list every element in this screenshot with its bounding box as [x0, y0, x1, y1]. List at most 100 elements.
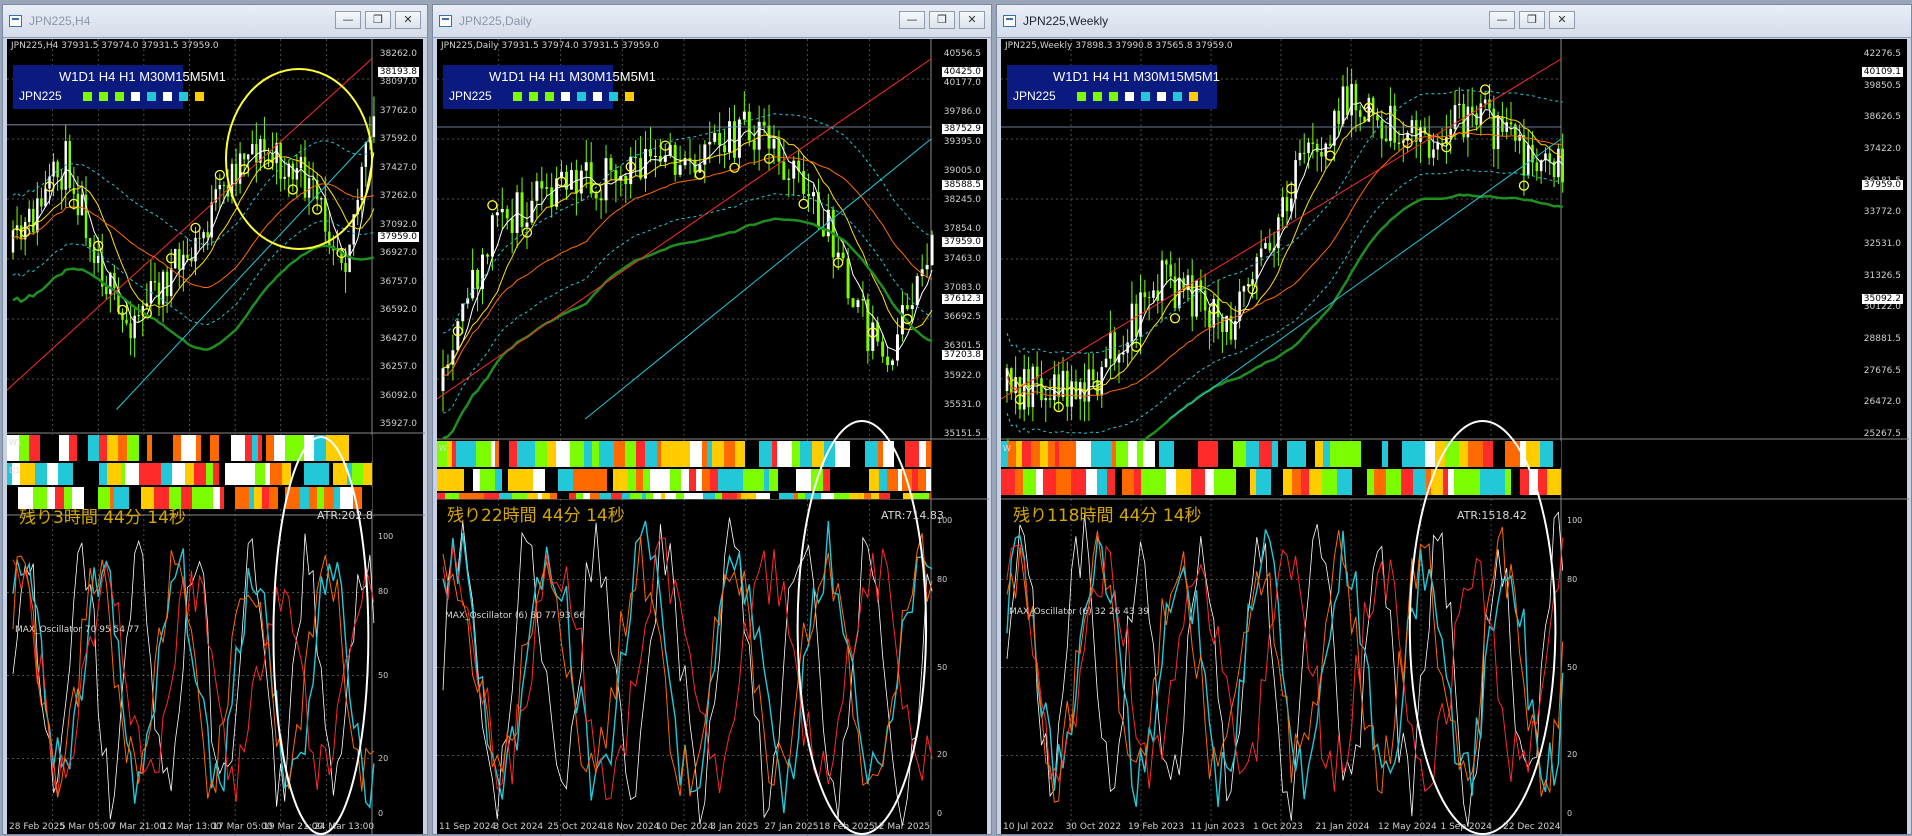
strip-segment	[645, 441, 657, 467]
swing-marker	[1169, 313, 1181, 324]
price-chart-canvas[interactable]: W	[1001, 39, 1909, 836]
swing-marker	[798, 198, 809, 210]
chart-area[interactable]: W JPN225,Weekly 37898.3 37990.8 37565.8 …	[1001, 39, 1909, 836]
band-lower-line	[1006, 169, 1563, 435]
close-button[interactable]: ✕	[395, 11, 421, 29]
minimize-button[interactable]: —	[899, 11, 925, 29]
remaining-time: 残り3時間 44分 14秒	[19, 508, 186, 528]
strip-segment	[914, 493, 929, 499]
maximize-button[interactable]: ❐	[365, 11, 391, 29]
strip-segment	[1097, 469, 1107, 495]
timeframe-labels: W1D1 H4 H1 M30M15M5M1	[1053, 69, 1220, 84]
strip-segment	[491, 441, 495, 467]
strip-segment	[879, 469, 887, 491]
strip-segment	[469, 493, 484, 499]
strip-segment	[1100, 441, 1112, 467]
strip-segment	[630, 493, 642, 499]
strip-segment	[1382, 441, 1388, 467]
candle-body	[1048, 398, 1052, 401]
candle-body	[1341, 86, 1345, 125]
osc-red-line	[442, 537, 933, 801]
timeframe-labels: W1D1 H4 H1 M30M15M5M1	[489, 69, 656, 84]
strip-segment	[213, 463, 219, 485]
close-button[interactable]: ✕	[959, 11, 985, 29]
osc-white-line	[1006, 511, 1564, 827]
strip-segment	[107, 463, 121, 485]
window-titlebar[interactable]: JPN225,H4 — ❐ ✕	[3, 5, 427, 38]
date-axis-label: 11 Jun 2023	[1190, 822, 1245, 832]
timeframe-status-square	[131, 92, 140, 101]
signal-strip	[437, 493, 931, 499]
price-axis-label: 39005.0	[943, 165, 981, 176]
strip-segment	[531, 493, 538, 499]
price-tag: 38193.8	[377, 67, 419, 77]
candle-body	[1496, 117, 1500, 150]
strip-segment	[849, 493, 864, 499]
chart-window-daily[interactable]: JPN225,Daily — ❐ ✕ W JPN225,Daily 37931.…	[432, 4, 992, 836]
strip-segment	[7, 487, 18, 509]
strip-segment	[1468, 469, 1480, 495]
strip-segment	[542, 493, 550, 499]
window-titlebar[interactable]: JPN225,Weekly — ❐ ✕	[997, 5, 1911, 38]
chart-window-h4[interactable]: JPN225,H4 — ❐ ✕ W1 D1 JPN225,H4 37931.5 3…	[2, 4, 428, 836]
strip-segment	[363, 463, 372, 485]
ma-mid-line	[442, 134, 933, 369]
strip-segment	[872, 441, 878, 467]
strip-segment	[777, 441, 792, 467]
chart-area[interactable]: W JPN225,Daily 37931.5 37974.0 37931.5 3…	[437, 39, 989, 836]
strip-segment	[835, 441, 850, 467]
chart-window-weekly[interactable]: JPN225,Weekly — ❐ ✕ W JPN225,Weekly 3789…	[996, 4, 1912, 836]
strip-segment	[1176, 469, 1191, 495]
strip-segment	[601, 469, 607, 491]
strip-segment	[181, 435, 196, 461]
candle-body	[1535, 162, 1539, 172]
strip-segment	[1480, 469, 1491, 495]
strip-segment	[1056, 469, 1071, 495]
candle-body	[202, 232, 205, 239]
osc-scale-label: 80	[378, 587, 389, 597]
price-axis-label: 37092.0	[379, 219, 417, 230]
candle-body	[68, 141, 71, 189]
signal-strip	[1001, 469, 1561, 495]
candle-body	[925, 264, 929, 270]
strip-segment	[206, 463, 213, 485]
price-axis-label: 37262.0	[379, 191, 417, 202]
price-axis-label: 39850.5	[1863, 80, 1901, 91]
strip-segment	[869, 469, 879, 491]
window-titlebar[interactable]: JPN225,Daily — ❐ ✕	[433, 5, 991, 38]
candle-body	[1285, 197, 1289, 212]
date-axis-label: 12 May 2024	[1378, 822, 1437, 832]
strip-segment	[1538, 469, 1547, 495]
price-chart-canvas[interactable]: W1 D1	[7, 39, 425, 836]
strip-segment	[665, 493, 676, 499]
minimize-button[interactable]: —	[335, 11, 361, 29]
candle-body	[1251, 279, 1254, 285]
price-chart-canvas[interactable]: W	[437, 39, 989, 836]
strip-segment	[508, 469, 521, 491]
candle-body	[836, 252, 840, 258]
maximize-button[interactable]: ❐	[1519, 11, 1545, 29]
strip-segment	[219, 463, 225, 485]
close-button[interactable]: ✕	[1549, 11, 1575, 29]
candle-body	[1195, 280, 1198, 317]
strip-segment	[1122, 469, 1134, 495]
price-axis-label: 37854.0	[943, 224, 981, 235]
candle-body	[441, 368, 445, 391]
timeframe-labels: W1D1 H4 H1 M30M15M5M1	[59, 69, 226, 84]
candle-body	[535, 181, 539, 201]
strip-segment	[570, 441, 584, 467]
chart-area[interactable]: W1 D1 JPN225,H4 37931.5 37974.0 37931.5 3…	[7, 39, 425, 836]
strip-segment	[718, 469, 732, 491]
strip-segment	[225, 463, 240, 485]
strip-segment	[710, 469, 718, 491]
date-axis-label: 19 Feb 2023	[1128, 822, 1185, 832]
strip-segment	[1055, 441, 1059, 467]
price-axis-label: 30122.0	[1863, 302, 1901, 313]
minimize-button[interactable]: —	[1489, 11, 1515, 29]
strip-segment	[99, 463, 107, 485]
strip-segment	[125, 463, 139, 485]
strip-segment	[1091, 441, 1100, 467]
strip-segment	[495, 441, 499, 467]
maximize-button[interactable]: ❐	[929, 11, 955, 29]
price-axis-label: 26472.0	[1863, 397, 1901, 408]
